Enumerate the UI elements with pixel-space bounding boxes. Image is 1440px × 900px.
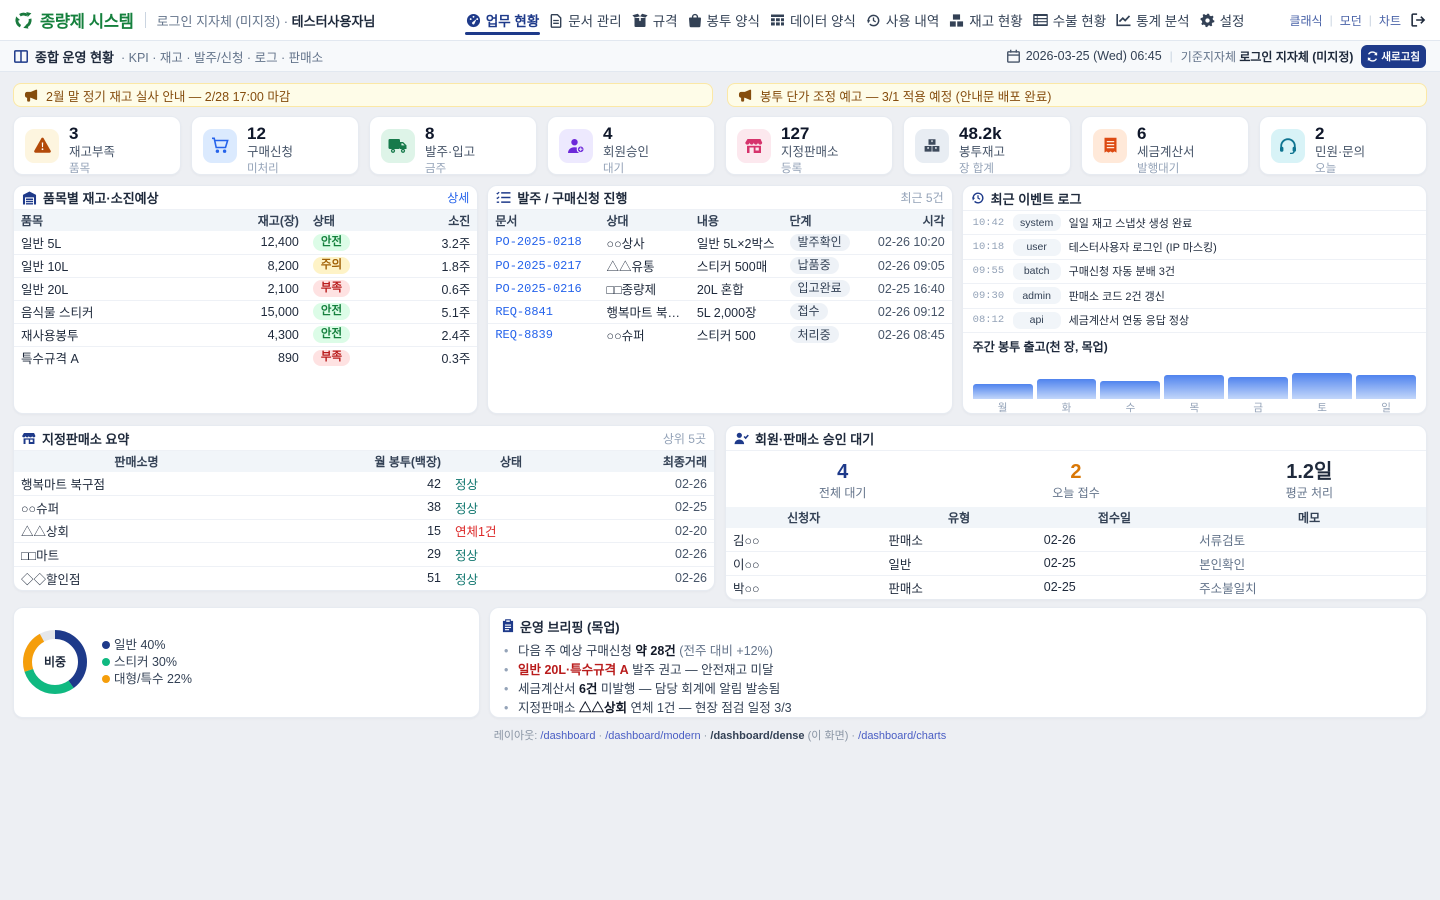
svg-text:비중: 비중 xyxy=(44,654,66,669)
